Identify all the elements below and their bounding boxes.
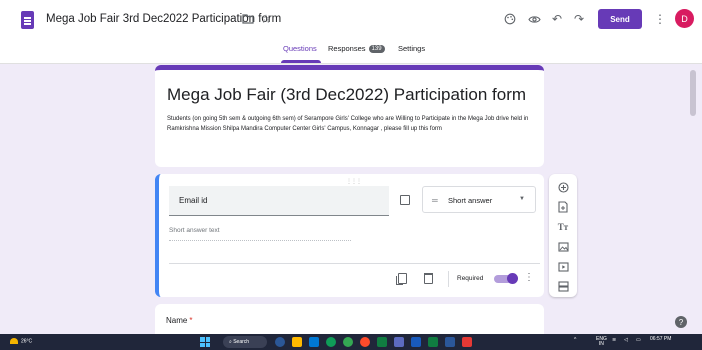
edge-browser-icon[interactable] xyxy=(326,337,336,347)
question-title-input[interactable] xyxy=(169,186,389,216)
pdf-reader-icon[interactable] xyxy=(462,337,472,347)
redo-icon[interactable]: ↷ xyxy=(571,11,587,27)
tab-questions[interactable]: Questions xyxy=(283,44,317,53)
word-icon-2[interactable] xyxy=(445,337,455,347)
question-card-email[interactable]: ⋮⋮⋮ ═ Short answer ▼ Short answer text R… xyxy=(155,174,544,297)
opera-icon[interactable] xyxy=(360,337,370,347)
active-tab-indicator xyxy=(281,60,321,63)
delete-icon[interactable] xyxy=(424,273,433,284)
form-heading[interactable]: Mega Job Fair (3rd Dec2022) Participatio… xyxy=(167,85,526,105)
volume-icon[interactable]: ◁ xyxy=(624,337,628,343)
page-scrollbar[interactable] xyxy=(690,70,696,116)
weather-temp: 26°C xyxy=(21,338,33,345)
required-asterisk: * xyxy=(189,316,193,325)
weather-widget[interactable]: 26°C xyxy=(10,338,32,344)
question-title-name: Name * xyxy=(166,316,192,325)
duplicate-icon[interactable] xyxy=(396,273,407,285)
required-toggle-knob[interactable] xyxy=(507,273,518,284)
short-answer-placeholder: Short answer text xyxy=(169,227,351,241)
star-icon[interactable]: ☆ xyxy=(258,11,274,27)
add-question-icon[interactable] xyxy=(556,180,570,194)
excel-icon-2[interactable] xyxy=(428,337,438,347)
responses-count-badge: 139 xyxy=(368,45,385,54)
add-image-icon-toolbar[interactable] xyxy=(556,240,570,254)
form-header-card[interactable]: Mega Job Fair (3rd Dec2022) Participatio… xyxy=(155,65,544,167)
header: Mega Job Fair 3rd Dec2022 Participation … xyxy=(0,0,702,64)
form-description[interactable]: Students (on going 5th sem & outgoing 6t… xyxy=(167,115,537,134)
send-button[interactable]: Send xyxy=(598,9,642,29)
question-type-select[interactable]: ═ Short answer ▼ xyxy=(422,186,536,213)
taskbar: 26°C ⌕ Search ^ ENG IN ≋ ◁ ▭ 06:57 PM xyxy=(0,334,702,350)
add-image-icon[interactable] xyxy=(400,195,410,205)
language-indicator[interactable]: ENG IN xyxy=(596,337,607,347)
required-label: Required xyxy=(457,275,484,282)
import-questions-icon[interactable] xyxy=(556,200,570,214)
battery-icon[interactable]: ▭ xyxy=(636,337,641,343)
start-button-icon[interactable] xyxy=(200,337,210,347)
taskbar-search[interactable]: ⌕ Search xyxy=(223,336,267,348)
wifi-icon[interactable]: ≋ xyxy=(612,337,616,343)
add-title-icon[interactable]: Tт xyxy=(556,220,570,234)
add-video-icon[interactable] xyxy=(556,260,570,274)
add-section-icon[interactable] xyxy=(556,279,570,293)
palette-icon[interactable] xyxy=(502,11,518,27)
taskbar-clock[interactable]: 06:57 PM xyxy=(650,336,671,342)
taskbar-search-label: Search xyxy=(233,339,250,345)
name-label-text: Name xyxy=(166,316,188,325)
taskview-icon[interactable] xyxy=(275,337,285,347)
question-type-label: Short answer xyxy=(448,196,493,205)
tab-settings-label: Settings xyxy=(398,44,426,53)
word-icon[interactable] xyxy=(411,337,421,347)
caret-down-icon: ▼ xyxy=(519,196,525,202)
eye-icon[interactable] xyxy=(526,11,542,27)
tray-chevron-icon[interactable]: ^ xyxy=(574,337,576,343)
folder-icon[interactable] xyxy=(240,11,256,27)
tab-responses-label: Responses xyxy=(328,44,366,53)
tab-questions-label: Questions xyxy=(283,44,317,53)
side-toolbar: Tт xyxy=(549,174,577,297)
forms-app-icon[interactable] xyxy=(21,11,34,29)
store-icon[interactable] xyxy=(309,337,319,347)
undo-icon[interactable]: ↶ xyxy=(549,11,565,27)
drag-handle-icon[interactable]: ⋮⋮⋮ xyxy=(346,178,362,185)
toolbar-separator xyxy=(448,271,449,287)
question-card-name[interactable]: Name * xyxy=(155,304,544,334)
file-explorer-icon[interactable] xyxy=(292,337,302,347)
excel-icon-1[interactable] xyxy=(377,337,387,347)
tab-settings[interactable]: Settings xyxy=(398,44,425,53)
question-more-icon[interactable]: ⋮ xyxy=(524,273,534,283)
more-vert-icon[interactable]: ⋮ xyxy=(652,11,668,27)
app-icon[interactable] xyxy=(394,337,404,347)
chrome-icon[interactable] xyxy=(343,337,353,347)
short-text-icon: ═ xyxy=(432,196,438,205)
card-divider xyxy=(169,263,540,264)
weather-icon xyxy=(10,338,18,344)
tab-responses[interactable]: Responses 139 xyxy=(328,44,385,54)
region-text: IN xyxy=(598,341,604,347)
avatar[interactable]: D xyxy=(675,9,694,28)
help-icon[interactable]: ? xyxy=(675,316,687,328)
tab-bar: Questions Responses 139 Settings xyxy=(0,40,702,64)
